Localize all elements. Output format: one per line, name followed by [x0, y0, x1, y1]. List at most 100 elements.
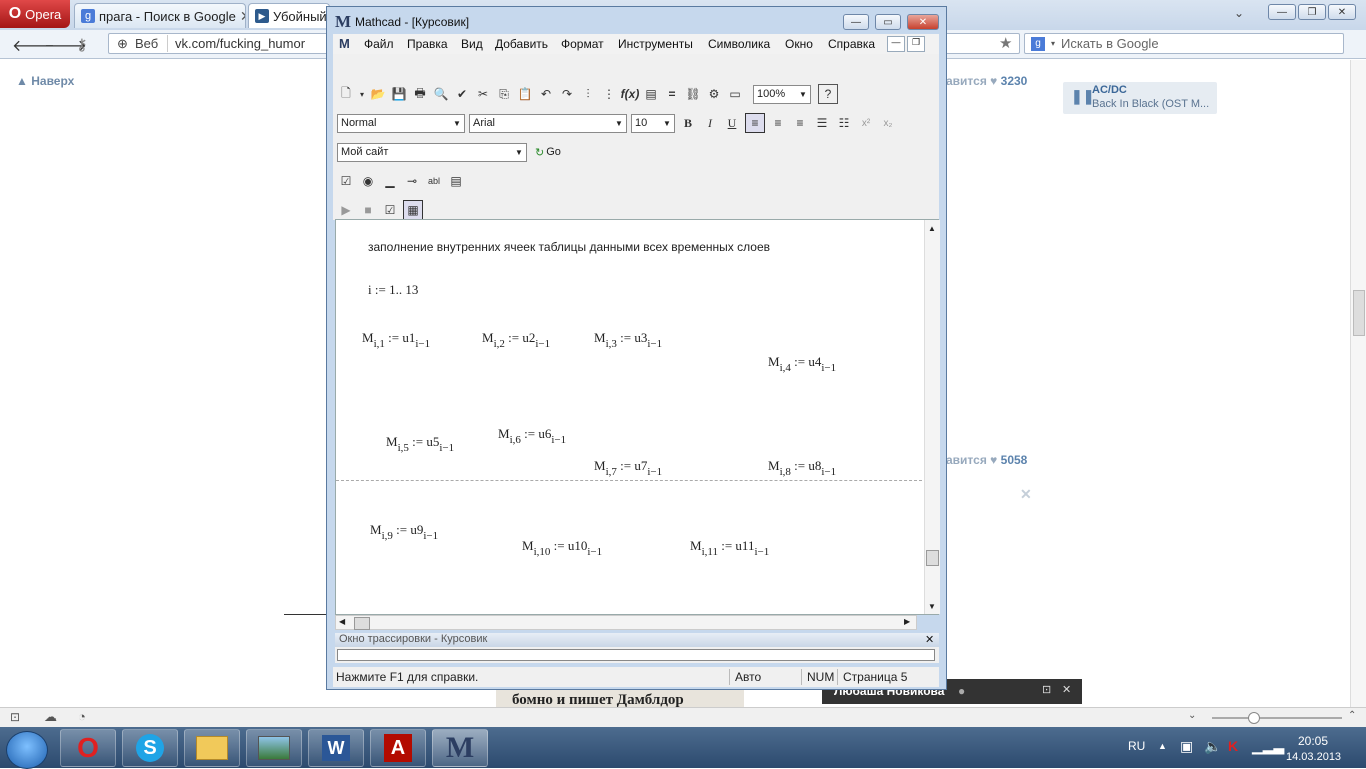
resource-combo[interactable]: Мой сайт ▼ [337, 142, 527, 162]
minimize-icon[interactable]: — [843, 14, 869, 30]
assignment-region[interactable]: Mi,9 := u9i−1 [370, 522, 438, 542]
italic-icon[interactable]: I [701, 114, 719, 132]
bookmark-star-icon[interactable]: ★ [999, 34, 1012, 52]
tab-list-icon[interactable]: ⌄ [1234, 6, 1244, 20]
kaspersky-icon[interactable]: K [1228, 738, 1238, 754]
horizontal-scrollbar[interactable]: ◀ ▶ [335, 615, 917, 630]
superscript-icon[interactable]: x² [857, 114, 875, 132]
scroll-up-icon[interactable]: ▲ [928, 224, 936, 233]
horizontal-scroll-thumb[interactable] [354, 617, 370, 630]
trace-output[interactable] [337, 649, 935, 661]
mathcad-titlebar[interactable]: M Mathcad - [Курсовик] — ▭ ✕ [327, 7, 946, 35]
clock-date[interactable]: 14.03.2013 [1286, 751, 1341, 763]
assignment-region[interactable]: Mi,5 := u5i−1 [386, 434, 454, 454]
vertical-scrollbar[interactable]: ▲ ▼ [924, 220, 940, 614]
insert-hyperlink-icon[interactable]: ⛓ [684, 85, 702, 103]
new-document-icon[interactable]: 🗋 [337, 85, 355, 103]
search-field[interactable]: g ▾ Искать в Google [1024, 33, 1344, 54]
cut-icon[interactable]: ✂ [474, 85, 492, 103]
menu-edit[interactable]: Правка [407, 37, 448, 51]
zoom-minus-icon[interactable]: ⌄ [1188, 710, 1196, 721]
assignment-region[interactable]: Mi,6 := u6i−1 [498, 426, 566, 446]
calculate-icon[interactable]: = [663, 85, 681, 103]
play-icon[interactable]: ▶ [337, 201, 355, 219]
assignment-region[interactable]: Mi,2 := u2i−1 [482, 330, 550, 350]
language-indicator[interactable]: RU [1128, 739, 1145, 753]
print-icon[interactable]: 🖶 [411, 85, 429, 103]
scroll-right-icon[interactable]: ▶ [904, 617, 910, 626]
numbering-icon[interactable]: ☷ [835, 114, 853, 132]
push-button-control-icon[interactable]: ▁ [381, 172, 399, 190]
assignment-region[interactable]: Mi,8 := u8i−1 [768, 458, 836, 478]
close-icon[interactable]: ✕ [1328, 4, 1356, 20]
scroll-left-icon[interactable]: ◀ [339, 617, 345, 626]
taskbar-acrobat[interactable]: A [370, 729, 426, 767]
go-button[interactable]: ↻ Go [535, 146, 561, 159]
unite-cloud-icon[interactable]: ☁ [44, 709, 57, 725]
close-tab-icon[interactable]: ✕ [240, 8, 245, 25]
page-scroll-thumb[interactable] [1353, 290, 1365, 336]
paste-icon[interactable]: 📋 [516, 85, 534, 103]
save-icon[interactable]: 💾 [390, 85, 408, 103]
align-left-icon[interactable]: ≡ [745, 113, 765, 133]
toggle-debug-icon[interactable]: ☑ [381, 201, 399, 219]
textbox-control-icon[interactable]: abl [425, 172, 443, 190]
taskbar-skype[interactable]: S [122, 729, 178, 767]
stop-icon[interactable]: ■ [359, 201, 377, 219]
component-wizard-icon[interactable]: ⚙ [705, 85, 723, 103]
show-hidden-icons-icon[interactable]: ▲ [1158, 741, 1167, 751]
underline-icon[interactable]: U [723, 114, 741, 132]
doc-minimize-icon[interactable]: — [887, 36, 905, 52]
assignment-region[interactable]: Mi,11 := u11i−1 [690, 538, 769, 558]
menu-view[interactable]: Вид [461, 37, 483, 51]
doc-restore-icon[interactable]: ❐ [907, 36, 925, 52]
copy-icon[interactable]: ⎘ [495, 85, 513, 103]
taskbar-opera[interactable]: O [60, 729, 116, 767]
menu-help[interactable]: Справка [828, 37, 875, 51]
opera-menu-button[interactable]: O Opera [0, 0, 70, 28]
worksheet[interactable]: заполнение внутренних ячеек таблицы данн… [335, 219, 940, 615]
menu-window[interactable]: Окно [785, 37, 813, 51]
listbox-control-icon[interactable]: ▤ [447, 172, 465, 190]
help-icon[interactable]: ? [818, 84, 838, 104]
align-down-icon[interactable]: ⋮ [600, 85, 618, 103]
run-resource-icon[interactable]: ▭ [726, 85, 744, 103]
undo-icon[interactable]: ↶ [537, 85, 555, 103]
trace-window-icon[interactable]: ▦ [403, 200, 423, 220]
browser-tab-google[interactable]: g прага - Поиск в Google ✕ [74, 3, 246, 28]
font-combo[interactable]: Arial ▼ [469, 113, 627, 133]
text-region[interactable]: заполнение внутренних ячеек таблицы данн… [368, 240, 770, 254]
assignment-region[interactable]: Mi,1 := u1i−1 [362, 330, 430, 350]
key-icon[interactable]: ⚷ [76, 35, 88, 55]
audio-player[interactable]: ❚❚ AC/DC Back In Black (OST M... [1063, 82, 1217, 114]
zoom-plus-icon[interactable]: ⌃ [1348, 710, 1356, 721]
menu-insert[interactable]: Добавить [495, 37, 548, 51]
print-preview-icon[interactable]: 🔍 [432, 85, 450, 103]
redo-icon[interactable]: ↷ [558, 85, 576, 103]
zoom-slider[interactable] [1212, 717, 1342, 719]
scroll-down-icon[interactable]: ▼ [928, 602, 936, 611]
post-likes[interactable]: авится ♥ 3230 [946, 74, 1027, 88]
align-across-icon[interactable]: ⫶ [579, 85, 597, 103]
panel-toggle-icon[interactable]: ⊡ [10, 710, 20, 724]
close-trace-icon[interactable]: ✕ [925, 633, 934, 646]
network-signal-icon[interactable]: ▁▂▃ [1252, 738, 1284, 755]
close-post-icon[interactable]: ✕ [1020, 486, 1032, 503]
assignment-region[interactable]: Mi,7 := u7i−1 [594, 458, 662, 478]
align-center-icon[interactable]: ≡ [769, 114, 787, 132]
device-icon[interactable]: ▣ [1180, 738, 1193, 755]
assignment-region[interactable]: Mi,3 := u3i−1 [594, 330, 662, 350]
slider-control-icon[interactable]: ⊸ [403, 172, 421, 190]
search-engine-dropdown-icon[interactable]: ▾ [1051, 39, 1055, 48]
taskbar-mathcad[interactable]: M [432, 729, 488, 767]
spellcheck-icon[interactable]: ✔ [453, 85, 471, 103]
open-folder-icon[interactable]: 📂 [369, 85, 387, 103]
post-likes[interactable]: авится ♥ 5058 [946, 453, 1027, 467]
taskbar-word[interactable]: W [308, 729, 364, 767]
windows-start-icon[interactable] [6, 731, 48, 769]
browser-tab-vk[interactable]: ▶ Убойный [248, 3, 330, 28]
close-icon[interactable]: ✕ [907, 14, 939, 30]
document-icon[interactable]: M [339, 36, 350, 51]
close-chat-icon[interactable]: ✕ [1062, 683, 1071, 696]
clock-time[interactable]: 20:05 [1298, 734, 1328, 748]
